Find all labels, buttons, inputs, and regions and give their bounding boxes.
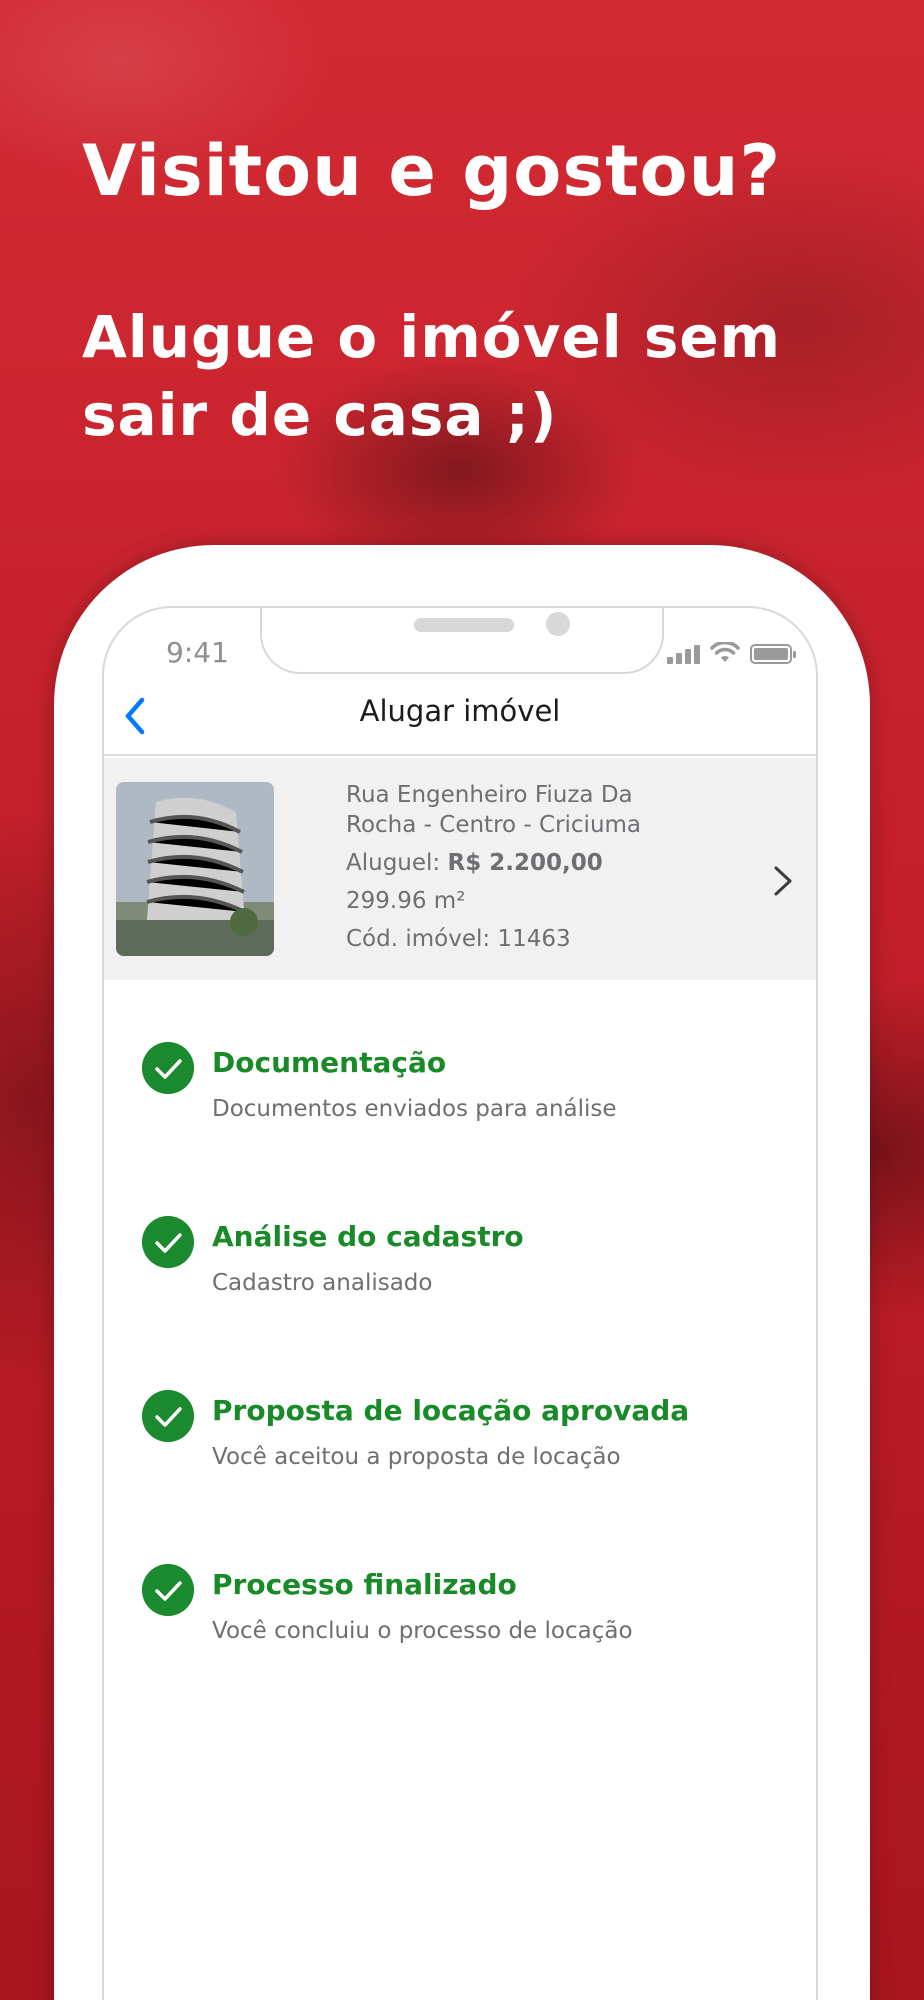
speaker-grille bbox=[414, 618, 514, 632]
property-address: Rua Engenheiro Fiuza Da Rocha - Centro -… bbox=[346, 782, 642, 838]
property-code: Cód. imóvel: 11463 bbox=[346, 926, 571, 952]
battery-icon bbox=[750, 644, 796, 664]
property-details: Rua Engenheiro Fiuza Da Rocha - Centro -… bbox=[346, 780, 666, 954]
phone-screen: 9:41 Alugar imóvel Rua Engenheiro Fiuza … bbox=[102, 606, 818, 2000]
property-card[interactable]: Rua Engenheiro Fiuza Da Rocha - Centro -… bbox=[104, 758, 816, 980]
step-subtitle: Documentos enviados para análise bbox=[212, 1096, 617, 1122]
status-time: 9:41 bbox=[166, 636, 229, 669]
status-icons bbox=[667, 642, 796, 664]
navigation-bar: Alugar imóvel bbox=[104, 680, 816, 756]
phone-notch bbox=[260, 608, 664, 674]
page-title: Alugar imóvel bbox=[359, 694, 561, 728]
check-circle-icon bbox=[142, 1390, 194, 1442]
promo-headline: Visitou e gostou? bbox=[82, 130, 782, 212]
property-photo bbox=[116, 782, 274, 956]
step-subtitle: Você concluiu o processo de locação bbox=[212, 1618, 633, 1644]
step-item: Proposta de locação aprovada Você aceito… bbox=[142, 1386, 782, 1560]
step-item: Documentação Documentos enviados para an… bbox=[142, 1038, 782, 1212]
check-circle-icon bbox=[142, 1216, 194, 1268]
step-item: Processo finalizado Você concluiu o proc… bbox=[142, 1560, 782, 1734]
front-camera bbox=[546, 612, 570, 636]
step-title: Documentação bbox=[212, 1046, 447, 1079]
step-title: Processo finalizado bbox=[212, 1568, 517, 1601]
property-rent: Aluguel: R$ 2.200,00 bbox=[346, 848, 666, 878]
rent-label: Aluguel: bbox=[346, 850, 441, 876]
signal-icon bbox=[667, 645, 700, 664]
step-title: Proposta de locação aprovada bbox=[212, 1394, 690, 1427]
progress-steps: Documentação Documentos enviados para an… bbox=[142, 1038, 782, 1734]
check-circle-icon bbox=[142, 1042, 194, 1094]
rent-value: R$ 2.200,00 bbox=[447, 850, 603, 876]
wifi-icon bbox=[710, 642, 740, 662]
promo-subheadline: Alugue o imóvel sem sair de casa ;) bbox=[82, 303, 782, 449]
step-subtitle: Cadastro analisado bbox=[212, 1270, 433, 1296]
check-circle-icon bbox=[142, 1564, 194, 1616]
chevron-right-icon bbox=[774, 866, 792, 896]
step-title: Análise do cadastro bbox=[212, 1220, 524, 1253]
step-subtitle: Você aceitou a proposta de locação bbox=[212, 1444, 621, 1470]
step-item: Análise do cadastro Cadastro analisado bbox=[142, 1212, 782, 1386]
property-area: 299.96 m² bbox=[346, 888, 466, 914]
